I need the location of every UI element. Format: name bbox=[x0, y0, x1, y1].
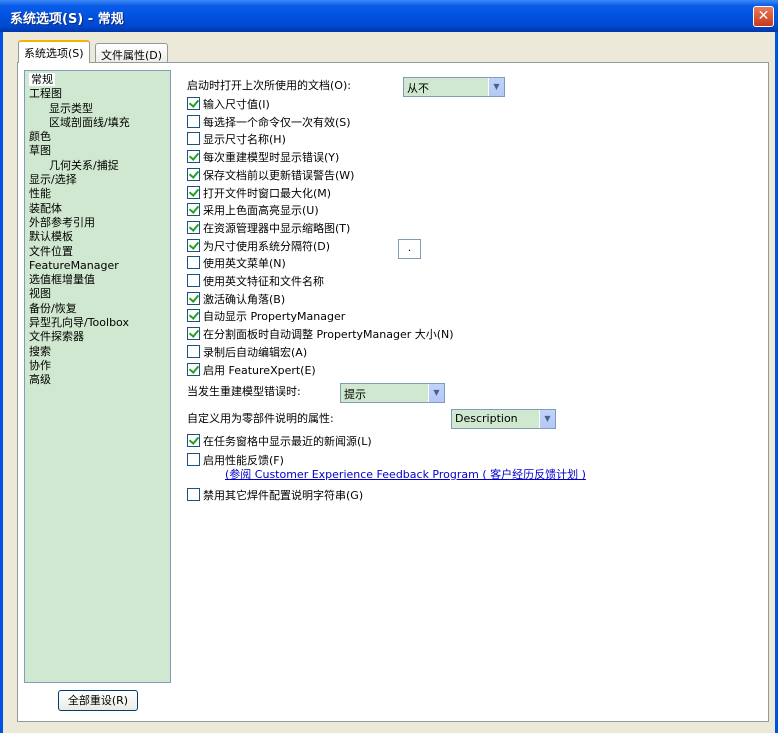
option-checkbox-row[interactable]: 在分割面板时自动调整 PropertyManager 大小(N) bbox=[187, 327, 454, 342]
option-checkbox-row[interactable]: 禁用其它焊件配置说明字符串(G) bbox=[187, 488, 363, 503]
option-checkbox-row[interactable]: 为尺寸使用系统分隔符(D) bbox=[187, 238, 331, 254]
checkbox[interactable] bbox=[187, 256, 200, 270]
checkbox[interactable] bbox=[187, 97, 200, 110]
option-checkbox-row[interactable]: 在资源管理器中显示缩略图(T) bbox=[187, 220, 351, 236]
chevron-down-icon[interactable]: ▼ bbox=[488, 78, 504, 96]
checkbox[interactable] bbox=[187, 150, 200, 164]
chevron-down-icon[interactable]: ▼ bbox=[539, 410, 555, 428]
checkbox[interactable] bbox=[187, 344, 200, 358]
option-label: 每次重建模型时显示错误(Y) bbox=[203, 151, 340, 165]
rebuild-error-label: 当发生重建模型错误时: bbox=[187, 385, 301, 398]
open-last-label: 启动时打开上次所使用的文档(O): bbox=[187, 79, 351, 92]
window-title: 系统选项(S) - 常规 bbox=[10, 12, 124, 27]
option-label: 每选择一个命令仅一次有效(S) bbox=[203, 115, 351, 129]
checkbox[interactable] bbox=[187, 488, 200, 501]
checkbox[interactable] bbox=[187, 238, 200, 252]
option-checkbox-row[interactable]: 采用上色面高亮显示(U) bbox=[187, 203, 319, 218]
checkbox[interactable] bbox=[187, 220, 200, 234]
option-label: 自动显示 PropertyManager bbox=[203, 310, 346, 324]
rebuild-error-value: 提示 bbox=[344, 388, 366, 401]
general-options: 启动时打开上次所使用的文档(O): 从不 ▼ 输入尺寸值(I) 每选择一个命令仅一… bbox=[17, 62, 769, 722]
option-checkbox-row[interactable]: 使用英文菜单(N) bbox=[187, 256, 286, 271]
checkbox[interactable] bbox=[187, 185, 200, 199]
option-checkbox-row[interactable]: 保存文档前以更新错误警告(W) bbox=[187, 167, 355, 183]
title-bar[interactable]: 系统选项(S) - 常规 ✕ bbox=[0, 0, 778, 32]
option-checkbox-row[interactable]: 自动显示 PropertyManager bbox=[187, 309, 345, 324]
option-label: 在资源管理器中显示缩略图(T) bbox=[203, 221, 351, 235]
option-label: 在任务窗格中显示最近的新闻源(L) bbox=[203, 435, 372, 448]
option-label: 禁用其它焊件配置说明字符串(G) bbox=[203, 489, 364, 502]
checkbox[interactable] bbox=[187, 309, 200, 323]
checkbox[interactable] bbox=[187, 274, 200, 287]
checkbox[interactable] bbox=[187, 291, 200, 305]
option-checkbox-row[interactable]: 在任务窗格中显示最近的新闻源(L) bbox=[187, 434, 372, 449]
option-checkbox-row[interactable]: 每选择一个命令仅一次有效(S) bbox=[187, 114, 351, 130]
option-label: 录制后自动编辑宏(A) bbox=[203, 345, 308, 359]
checkbox[interactable] bbox=[187, 167, 200, 181]
option-label: 激活确认角落(B) bbox=[203, 292, 286, 306]
rebuild-error-select[interactable]: 提示 ▼ bbox=[340, 383, 445, 403]
option-checkbox-row[interactable]: 使用英文特征和文件名称 bbox=[187, 274, 324, 289]
part-desc-select[interactable]: Description ▼ bbox=[451, 409, 556, 429]
option-label: 启用 FeatureXpert(E) bbox=[203, 363, 316, 377]
open-last-select[interactable]: 从不 ▼ bbox=[403, 77, 505, 97]
option-checkbox-row[interactable]: 激活确认角落(B) bbox=[187, 291, 286, 307]
tab-document-properties[interactable]: 文件属性(D) bbox=[95, 43, 169, 64]
option-checkbox-row[interactable]: 输入尺寸值(I) bbox=[187, 97, 270, 112]
option-label: 输入尺寸值(I) bbox=[203, 98, 270, 111]
checkbox[interactable] bbox=[187, 203, 200, 217]
option-checkbox-row[interactable]: 每次重建模型时显示错误(Y) bbox=[187, 150, 339, 165]
option-label: 显示尺寸名称(H) bbox=[203, 133, 286, 147]
option-label: 采用上色面高亮显示(U) bbox=[203, 204, 319, 218]
checkbox[interactable] bbox=[187, 327, 200, 341]
option-checkbox-row[interactable]: 打开文件时窗口最大化(M) bbox=[187, 185, 332, 201]
separator-input[interactable]: . bbox=[398, 239, 421, 259]
checkbox[interactable] bbox=[187, 434, 200, 447]
option-label: 使用英文特征和文件名称 bbox=[203, 275, 324, 288]
checkbox[interactable] bbox=[187, 453, 200, 466]
checkbox[interactable] bbox=[187, 362, 200, 376]
part-desc-value: Description bbox=[455, 412, 518, 425]
tab-system-options[interactable]: 系统选项(S) bbox=[18, 40, 90, 63]
option-label: 打开文件时窗口最大化(M) bbox=[203, 186, 332, 200]
option-label: 保存文档前以更新错误警告(W) bbox=[203, 168, 355, 182]
checkbox[interactable] bbox=[187, 114, 200, 128]
option-label: 使用英文菜单(N) bbox=[203, 257, 286, 271]
chevron-down-icon[interactable]: ▼ bbox=[428, 384, 444, 402]
close-button[interactable]: ✕ bbox=[753, 6, 774, 27]
option-checkbox-row[interactable]: 启用性能反馈(F) bbox=[187, 453, 284, 468]
option-label: 为尺寸使用系统分隔符(D) bbox=[203, 239, 331, 253]
open-last-value: 从不 bbox=[407, 82, 429, 95]
close-icon: ✕ bbox=[757, 8, 770, 24]
option-checkbox-row[interactable]: 录制后自动编辑宏(A) bbox=[187, 344, 308, 360]
window-frame-left bbox=[0, 32, 3, 733]
checkbox[interactable] bbox=[187, 132, 200, 146]
option-label: 在分割面板时自动调整 PropertyManager 大小(N) bbox=[203, 328, 454, 342]
option-checkbox-row[interactable]: 显示尺寸名称(H) bbox=[187, 132, 286, 147]
part-desc-label: 自定义用为零部件说明的属性: bbox=[187, 412, 334, 425]
feedback-program-link[interactable]: (参阅 Customer Experience Feedback Program… bbox=[225, 468, 586, 481]
option-label: 启用性能反馈(F) bbox=[203, 454, 284, 467]
option-checkbox-row[interactable]: 启用 FeatureXpert(E) bbox=[187, 362, 316, 378]
